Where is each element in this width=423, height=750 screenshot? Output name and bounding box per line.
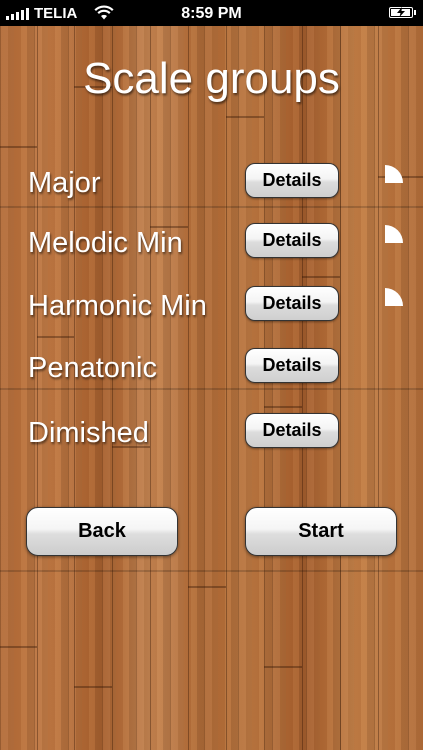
scale-group-label: Major [28,167,101,199]
scale-group-label: Dimished [28,417,149,449]
status-bar: TELIA 8:59 PM [0,0,423,26]
progress-pie-icon [385,288,403,306]
details-button[interactable]: Details [245,413,339,448]
page-title: Scale groups [83,54,340,103]
scale-group-label: Harmonic Min [28,290,207,322]
list-item: Penatonic Details [0,348,423,392]
progress-pie-icon [385,165,403,183]
back-button[interactable]: Back [26,507,178,556]
battery-charging-icon [389,7,416,18]
progress-pie-icon [385,225,403,243]
details-button[interactable]: Details [245,348,339,383]
details-button[interactable]: Details [245,163,339,198]
details-button[interactable]: Details [245,286,339,321]
scale-group-label: Penatonic [28,352,157,384]
progress-wedge [385,288,403,306]
list-item: Harmonic Min Details [0,286,423,330]
scale-group-label: Melodic Min [28,227,183,259]
list-item: Major Details [0,163,423,207]
progress-wedge [385,165,403,183]
list-item: Melodic Min Details [0,223,423,267]
list-item: Dimished Details [0,413,423,457]
details-button[interactable]: Details [245,223,339,258]
progress-wedge [385,225,403,243]
status-time: 8:59 PM [181,5,242,22]
start-button[interactable]: Start [245,507,397,556]
